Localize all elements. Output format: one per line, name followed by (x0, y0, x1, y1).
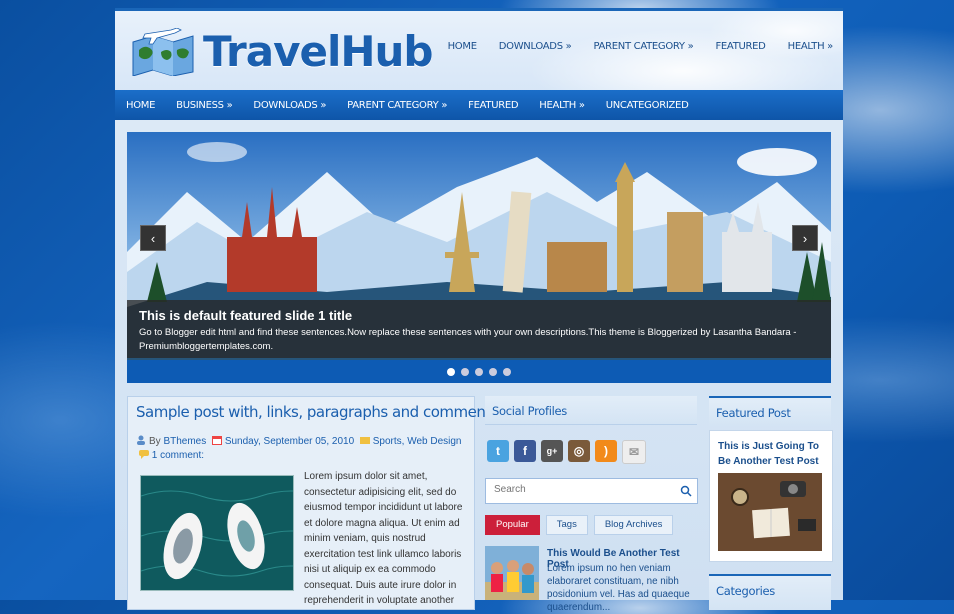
tab-popular[interactable]: Popular (485, 515, 540, 535)
tab-tags[interactable]: Tags (545, 515, 588, 535)
slider-prev-button[interactable]: ‹ (140, 225, 166, 251)
featured-slider: ‹ › This is default featured slide 1 tit… (127, 132, 831, 383)
main-nav-health[interactable]: HEALTH » (539, 100, 585, 111)
top-navigation: HOME DOWNLOADS » PARENT CATEGORY » FEATU… (426, 41, 834, 52)
main-nav-featured[interactable]: FEATURED (468, 100, 518, 111)
middle-sidebar: Social Profiles t f g+ ◎ ) ✉ Popular Tag… (485, 396, 698, 613)
twitter-icon[interactable]: t (487, 440, 509, 462)
slide-description: Go to Blogger edit html and find these s… (139, 327, 797, 352)
post-thumbnail[interactable] (140, 475, 294, 591)
calendar-icon (211, 435, 222, 445)
main-nav-business[interactable]: BUSINESS » (176, 100, 233, 111)
post-author[interactable]: BThemes (163, 436, 206, 447)
search-box (485, 478, 698, 504)
site-header: TravelHub HOME DOWNLOADS » PARENT CATEGO… (115, 8, 843, 93)
social-profiles-title: Social Profiles (492, 404, 568, 418)
popular-post-thumbnail[interactable] (485, 546, 539, 600)
featured-post-widget-title: Featured Post (716, 406, 791, 420)
featured-post-card: This is Just Going To Be Another Test Po… (709, 430, 833, 562)
slider-dot[interactable] (503, 367, 511, 376)
facebook-icon[interactable]: f (514, 440, 536, 462)
featured-post-header: Featured Post (709, 396, 831, 426)
slider-dot[interactable] (461, 367, 469, 376)
user-icon (136, 435, 146, 445)
top-nav-home[interactable]: HOME (448, 41, 477, 52)
post-date[interactable]: Sunday, September 05, 2010 (225, 436, 354, 447)
instagram-icon[interactable]: ◎ (568, 440, 590, 462)
folder-icon (359, 435, 370, 445)
sidebar-tabs: Popular Tags Blog Archives (485, 515, 679, 535)
page-wrapper: TravelHub HOME DOWNLOADS » PARENT CATEGO… (115, 8, 843, 613)
slider-dot[interactable] (475, 367, 483, 376)
slide-title[interactable]: This is default featured slide 1 title (139, 308, 352, 323)
google-plus-icon[interactable]: g+ (541, 440, 563, 462)
post-meta: By BThemes Sunday, September 05, 2010 Sp… (136, 435, 466, 463)
rss-icon[interactable]: ) (595, 440, 617, 462)
categories-header: Categories (709, 574, 831, 610)
header-clouds (463, 11, 843, 93)
top-nav-featured[interactable]: FEATURED (715, 41, 765, 52)
slider-dot[interactable] (489, 367, 497, 376)
post-by-label: By (149, 436, 161, 447)
social-icons: t f g+ ◎ ) ✉ (487, 440, 651, 464)
popular-post-item: This Would Be Another Test Post Lorem ip… (485, 544, 697, 613)
post-excerpt: Lorem ipsum dolor sit amet, consectetur … (304, 471, 463, 606)
main-navigation: HOME BUSINESS » DOWNLOADS » PARENT CATEG… (115, 90, 843, 120)
blog-post: Sample post with, links, paragraphs and … (127, 396, 499, 610)
featured-post-image[interactable] (718, 473, 822, 551)
featured-post-title[interactable]: This is Just Going To Be Another Test Po… (718, 439, 828, 469)
comment-icon (138, 449, 149, 459)
search-icon[interactable] (680, 484, 692, 502)
post-categories[interactable]: Sports, Web Design (373, 436, 462, 447)
slide-caption: This is default featured slide 1 title G… (127, 300, 831, 358)
site-logo[interactable]: TravelHub (131, 27, 433, 77)
post-comments-link[interactable]: 1 comment: (152, 450, 204, 461)
tab-blog-archives[interactable]: Blog Archives (593, 515, 674, 535)
main-nav-uncategorized[interactable]: UNCATEGORIZED (606, 100, 689, 111)
main-nav-parent-category[interactable]: PARENT CATEGORY » (347, 100, 447, 111)
main-nav-home[interactable]: HOME (126, 100, 155, 111)
top-nav-downloads[interactable]: DOWNLOADS » (499, 41, 572, 52)
slider-pagination (127, 360, 831, 383)
top-nav-parent-category[interactable]: PARENT CATEGORY » (593, 41, 693, 52)
slider-next-button[interactable]: › (792, 225, 818, 251)
top-nav-health[interactable]: HEALTH » (788, 41, 834, 52)
site-title: TravelHub (203, 27, 433, 76)
map-plane-logo-icon (131, 27, 197, 77)
slider-dot[interactable] (447, 367, 455, 376)
search-input[interactable] (492, 483, 676, 496)
social-profiles-header: Social Profiles (485, 396, 697, 425)
post-title[interactable]: Sample post with, links, paragraphs and … (136, 403, 499, 421)
right-sidebar: Featured Post This is Just Going To Be A… (709, 396, 833, 610)
categories-widget-title: Categories (716, 584, 775, 598)
popular-post-excerpt: Lorem ipsum no hen veniam elaboraret con… (547, 563, 690, 613)
main-nav-downloads[interactable]: DOWNLOADS » (253, 100, 326, 111)
email-icon[interactable]: ✉ (622, 440, 646, 464)
